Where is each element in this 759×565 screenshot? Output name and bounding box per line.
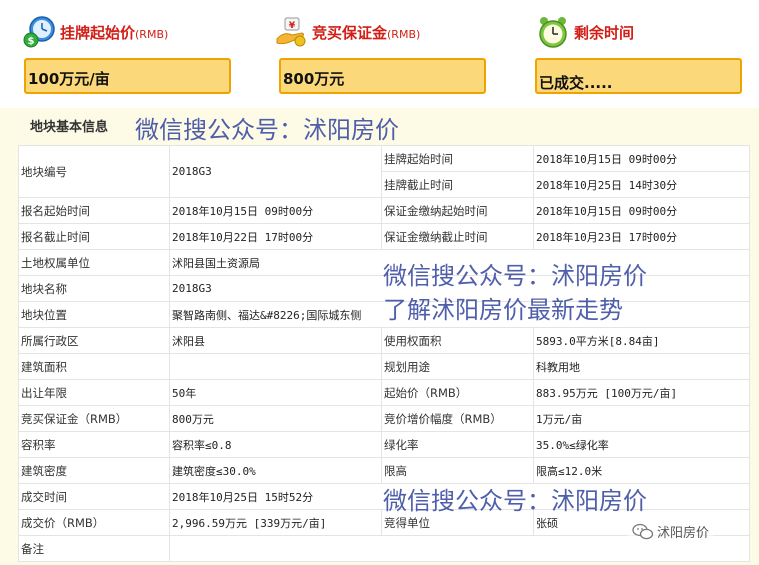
plot-ratio-value: 容积率≤0.8 [169,431,382,458]
parcel-id-label: 地块编号 [18,145,170,198]
plot-ratio-label: 容积率 [18,431,170,458]
listing-end-label: 挂牌截止时间 [381,171,534,198]
remaining-time-header: 剩余时间 [536,14,634,50]
registration-start-value: 2018年10月15日 09时00分 [169,197,382,224]
table-row: 报名起始时间 2018年10月15日 09时00分 保证金缴纳起始时间 2018… [18,197,750,224]
table-row: 出让年限 50年 起始价（RMB） 883.95万元 [100万元/亩] [18,379,750,406]
deposit-end-value: 2018年10月23日 17时00分 [533,223,750,250]
building-density-value: 建筑密度≤30.0% [169,457,382,484]
remaining-time-value: 已成交..... [535,58,742,94]
term-value: 50年 [169,379,382,406]
auction-header: $ 挂牌起始价(RMB) ¥ 竞买保证金(RMB) 剩余时间 100万元/亩 8… [0,0,759,108]
bid-increment-label: 竞价增价幅度（RMB） [381,405,534,432]
starting-price-value: 883.95万元 [100万元/亩] [533,379,750,406]
money-clock-icon: $ [23,16,55,48]
watermark-text: 了解沭阳房价最新走势 [383,296,623,324]
deposit-unit: (RMB) [387,27,421,41]
bid-deposit-label: 竞买保证金（RMB） [18,405,170,432]
brand-badge: 沭阳房价 [628,520,714,543]
wechat-icon [632,523,654,539]
watermark-text: 微信搜公众号：沭阳房价 [135,116,399,144]
listing-start-value: 2018年10月15日 09时00分 [533,145,750,172]
table-row: 建筑面积 规划用途 科教用地 [18,353,750,380]
alarm-clock-icon [539,17,567,48]
parcel-id-value: 2018G3 [169,145,382,198]
parcel-name-label: 地块名称 [18,275,170,302]
remaining-time-label: 剩余时间 [574,23,635,42]
term-label: 出让年限 [18,379,170,406]
height-limit-value: 限高≤12.0米 [533,457,750,484]
planned-use-value: 科教用地 [533,353,750,380]
bid-deposit-value: 800万元 [169,405,382,432]
registration-end-label: 报名截止时间 [18,223,170,250]
building-area-value [169,353,382,380]
deposit-header: ¥ 竞买保证金(RMB) [274,14,420,50]
brand-name: 沭阳房价 [657,526,710,541]
planned-use-label: 规划用途 [381,353,534,380]
start-price-value: 100万元/亩 [24,58,231,94]
deal-price-label: 成交价（RMB） [18,509,170,536]
start-price-unit: (RMB) [135,27,169,41]
svg-text:$: $ [28,36,35,47]
start-price-label: 挂牌起始价 [60,23,136,42]
deal-time-label: 成交时间 [18,483,170,510]
land-owner-label: 土地权属单位 [18,249,170,276]
deposit-label: 竞买保证金 [312,23,388,42]
starting-price-label: 起始价（RMB） [381,379,534,406]
building-density-label: 建筑密度 [18,457,170,484]
deal-price-value: 2,996.59万元 [339万元/亩] [169,509,382,536]
start-price-header: $ 挂牌起始价(RMB) [22,14,168,50]
deposit-start-value: 2018年10月15日 09时00分 [533,197,750,224]
money-hand-icon: ¥ [276,17,306,47]
height-limit-label: 限高 [381,457,534,484]
table-row: 建筑密度 建筑密度≤30.0% 限高 限高≤12.0米 [18,457,750,484]
table-row: 竞买保证金（RMB） 800万元 竞价增价幅度（RMB） 1万元/亩 [18,405,750,432]
use-area-label: 使用权面积 [381,327,534,354]
deposit-start-label: 保证金缴纳起始时间 [381,197,534,224]
registration-end-value: 2018年10月22日 17时00分 [169,223,382,250]
bid-increment-value: 1万元/亩 [533,405,750,432]
section-title: 地块基本信息 [30,120,109,135]
table-row: 容积率 容积率≤0.8 绿化率 35.0%≤绿化率 [18,431,750,458]
use-area-value: 5893.0平方米[8.84亩] [533,327,750,354]
listing-start-label: 挂牌起始时间 [381,145,534,172]
district-value: 沭阳县 [169,327,382,354]
table-row: 报名截止时间 2018年10月22日 17时00分 保证金缴纳截止时间 2018… [18,223,750,250]
building-area-label: 建筑面积 [18,353,170,380]
table-row: 所属行政区 沭阳县 使用权面积 5893.0平方米[8.84亩] [18,327,750,354]
parcel-location-label: 地块位置 [18,301,170,328]
green-ratio-label: 绿化率 [381,431,534,458]
table-row: 地块编号 2018G3 挂牌起始时间 2018年10月15日 09时00分 [18,145,750,198]
deposit-end-label: 保证金缴纳截止时间 [381,223,534,250]
deposit-value: 800万元 [279,58,486,94]
remarks-label: 备注 [18,535,170,562]
listing-end-value: 2018年10月25日 14时30分 [533,171,750,198]
watermark-text: 微信搜公众号：沭阳房价 [383,487,647,515]
watermark-text: 微信搜公众号：沭阳房价 [383,262,647,290]
svg-text:¥: ¥ [289,21,296,31]
registration-start-label: 报名起始时间 [18,197,170,224]
green-ratio-value: 35.0%≤绿化率 [533,431,750,458]
district-label: 所属行政区 [18,327,170,354]
